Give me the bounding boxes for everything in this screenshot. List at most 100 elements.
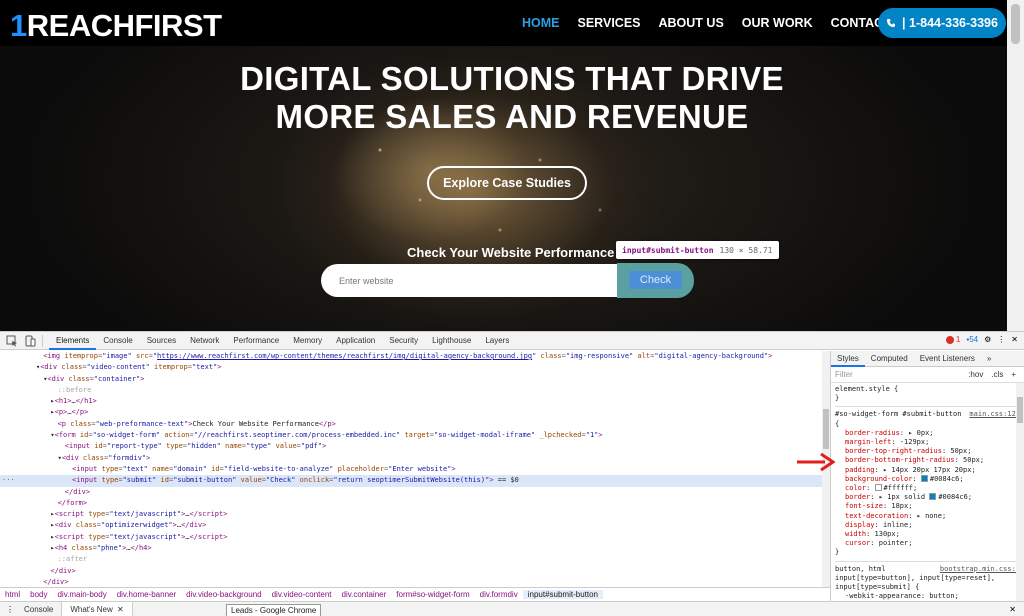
tab-application[interactable]: Application	[329, 332, 382, 350]
site-header: 1REACHFIRST HOME SERVICES ABOUT US OUR W…	[0, 0, 1024, 46]
check-button[interactable]: Check	[617, 263, 694, 298]
breadcrumb-item[interactable]: html	[0, 590, 25, 599]
site-scrollbar[interactable]	[1007, 0, 1024, 331]
dom-tree-line[interactable]: </div>	[0, 487, 822, 498]
dom-tree-line[interactable]: </div>	[0, 577, 822, 587]
hover-state-toggle[interactable]: :hov	[968, 370, 983, 379]
device-toolbar-icon[interactable]	[24, 335, 36, 347]
dom-tree-line[interactable]: ▾<div class="container">	[0, 374, 822, 385]
css-property[interactable]: background-color: #0084c6;	[835, 474, 1020, 484]
css-property[interactable]: cursor: pointer;	[835, 539, 1020, 548]
breadcrumb-item[interactable]: body	[25, 590, 52, 599]
rule-selector[interactable]: #so-widget-form #submit-button {	[835, 410, 961, 427]
tab-memory[interactable]: Memory	[286, 332, 329, 350]
nav-our-work[interactable]: OUR WORK	[742, 16, 813, 30]
breadcrumb-item[interactable]: input#submit-button	[522, 590, 603, 599]
dom-tree-line[interactable]: ::before	[0, 385, 822, 396]
css-property[interactable]: font-size: 18px;	[835, 502, 1020, 511]
error-badge[interactable]: 1	[945, 335, 960, 344]
color-swatch[interactable]	[874, 484, 882, 492]
nav-home[interactable]: HOME	[522, 16, 560, 30]
css-property[interactable]: border-radius: ▸ 0px;	[835, 429, 1020, 438]
close-drawer-icon[interactable]: ✕	[1009, 605, 1016, 614]
styles-scrollbar[interactable]	[1016, 383, 1024, 601]
css-property[interactable]: padding: ▸ 14px 20px 17px 20px;	[835, 466, 1020, 475]
dom-tree-line[interactable]: ▾<div class="formdiv">	[0, 453, 822, 464]
color-swatch[interactable]	[929, 493, 937, 501]
tab-event-listeners[interactable]: Event Listeners	[914, 351, 981, 367]
css-property[interactable]: display: inline;	[835, 521, 1020, 530]
elements-tree[interactable]: <img itemprop="image" src="https://www.r…	[0, 351, 822, 587]
tab-console[interactable]: Console	[96, 332, 139, 350]
rule2-source-link[interactable]: bootstrap.min.css:5	[940, 565, 1020, 574]
settings-gear-icon[interactable]: ⚙	[984, 335, 991, 344]
site-scrollbar-thumb[interactable]	[1011, 4, 1020, 44]
dom-tree-line[interactable]: ▾<form id="so-widget-form" action="//rea…	[0, 430, 822, 441]
elements-scrollbar-thumb[interactable]	[823, 409, 829, 449]
dom-tree-line[interactable]: ▸<script type="text/javascript">…</scrip…	[0, 509, 822, 520]
explore-case-studies-button[interactable]: Explore Case Studies	[427, 166, 587, 200]
dom-tree-line[interactable]: ▾<div class="video-content" itemprop="te…	[0, 362, 822, 373]
breadcrumb-item[interactable]: div.home-banner	[112, 590, 181, 599]
css-property[interactable]: border-bottom-right-radius: 50px;	[835, 456, 1020, 465]
dom-tree-line[interactable]: ▸<h1>…</h1>	[0, 396, 822, 407]
add-rule-icon[interactable]: +	[1011, 370, 1016, 379]
nav-services[interactable]: SERVICES	[578, 16, 641, 30]
element-style-selector[interactable]: element.style {	[835, 385, 1020, 394]
drawer-menu-icon[interactable]: ⋮	[6, 605, 16, 615]
more-options-icon[interactable]: ⋮	[997, 335, 1005, 344]
tab-network[interactable]: Network	[183, 332, 226, 350]
tab-computed[interactable]: Computed	[865, 351, 914, 367]
more-tabs-icon[interactable]: »	[981, 351, 997, 367]
css-property[interactable]: margin-left: -129px;	[835, 438, 1020, 447]
css-property[interactable]: width: 130px;	[835, 530, 1020, 539]
styles-scrollbar-thumb[interactable]	[1017, 397, 1023, 423]
nav-about-us[interactable]: ABOUT US	[659, 16, 724, 30]
tab-elements[interactable]: Elements	[49, 332, 97, 350]
drawer-tab-whats-new[interactable]: What's New ✕	[61, 601, 133, 616]
breadcrumb-item[interactable]: div.main-body	[52, 590, 111, 599]
phone-button[interactable]: | 1-844-336-3396	[878, 8, 1006, 38]
rule-divider	[835, 406, 1020, 408]
dom-tree-line[interactable]: ▸<script type="text/javascript">…</scrip…	[0, 532, 822, 543]
drawer-tab-console[interactable]: Console	[16, 605, 61, 614]
dom-tree-line[interactable]: <img itemprop="image" src="https://www.r…	[0, 351, 822, 362]
inspect-element-icon[interactable]	[6, 335, 18, 347]
dom-tree-line[interactable]: ··· <input type="submit" id="submit-butto…	[0, 475, 822, 487]
dom-tree-line[interactable]: ▸<h4 class="phne">…</h4>	[0, 543, 822, 554]
tab-styles[interactable]: Styles	[831, 351, 865, 367]
site-logo[interactable]: 1REACHFIRST	[10, 8, 222, 44]
tab-security[interactable]: Security	[382, 332, 425, 350]
class-toggle[interactable]: .cls	[991, 370, 1003, 379]
dom-tree-line[interactable]: <p class="web-preformance-text">Check Yo…	[0, 419, 822, 430]
close-tab-icon[interactable]: ✕	[117, 605, 124, 614]
rule-source-link[interactable]: main.css:125	[969, 410, 1020, 419]
css-property[interactable]: text-decoration: ▸ none;	[835, 512, 1020, 521]
color-swatch[interactable]	[920, 474, 928, 482]
dom-tree-line[interactable]: <input type="text" name="domain" id="fie…	[0, 464, 822, 475]
breadcrumb-item[interactable]: div.video-background	[181, 590, 266, 599]
tab-layers[interactable]: Layers	[478, 332, 516, 350]
tab-lighthouse[interactable]: Lighthouse	[425, 332, 478, 350]
dom-tree-line[interactable]: <input id="report-type" type="hidden" na…	[0, 441, 822, 452]
dom-tree-line[interactable]: ▸<p>…</p>	[0, 407, 822, 418]
rule2-property[interactable]: -webkit-appearance: button;	[835, 592, 1020, 601]
breadcrumb-item[interactable]: div.video-content	[267, 590, 337, 599]
css-property[interactable]: border-top-right-radius: 50px;	[835, 447, 1020, 456]
dom-tree-line[interactable]: </div>	[0, 566, 822, 577]
website-input[interactable]: Enter website	[321, 264, 621, 297]
breadcrumb-item[interactable]: div.formdiv	[475, 590, 523, 599]
dom-tree-line[interactable]: ::after	[0, 554, 822, 565]
dom-tree-line[interactable]: ▸<div class="optimizerwidget">…</div>	[0, 520, 822, 531]
css-property[interactable]: color: #ffffff;	[835, 484, 1020, 493]
close-devtools-icon[interactable]: ✕	[1011, 335, 1018, 344]
dom-tree-line[interactable]: </form>	[0, 498, 822, 509]
css-property[interactable]: border: ▸ 1px solid #0084c6;	[835, 493, 1020, 502]
tab-performance[interactable]: Performance	[226, 332, 286, 350]
dom-tree-line-content: ▸<script type="text/javascript">…</scrip…	[50, 532, 228, 541]
message-badge[interactable]: ▪54	[966, 335, 978, 344]
tab-sources[interactable]: Sources	[140, 332, 183, 350]
breadcrumb-item[interactable]: div.container	[337, 590, 392, 599]
styles-filter-input[interactable]: Filter	[835, 370, 968, 379]
breadcrumb-item[interactable]: form#so-widget-form	[391, 590, 474, 599]
